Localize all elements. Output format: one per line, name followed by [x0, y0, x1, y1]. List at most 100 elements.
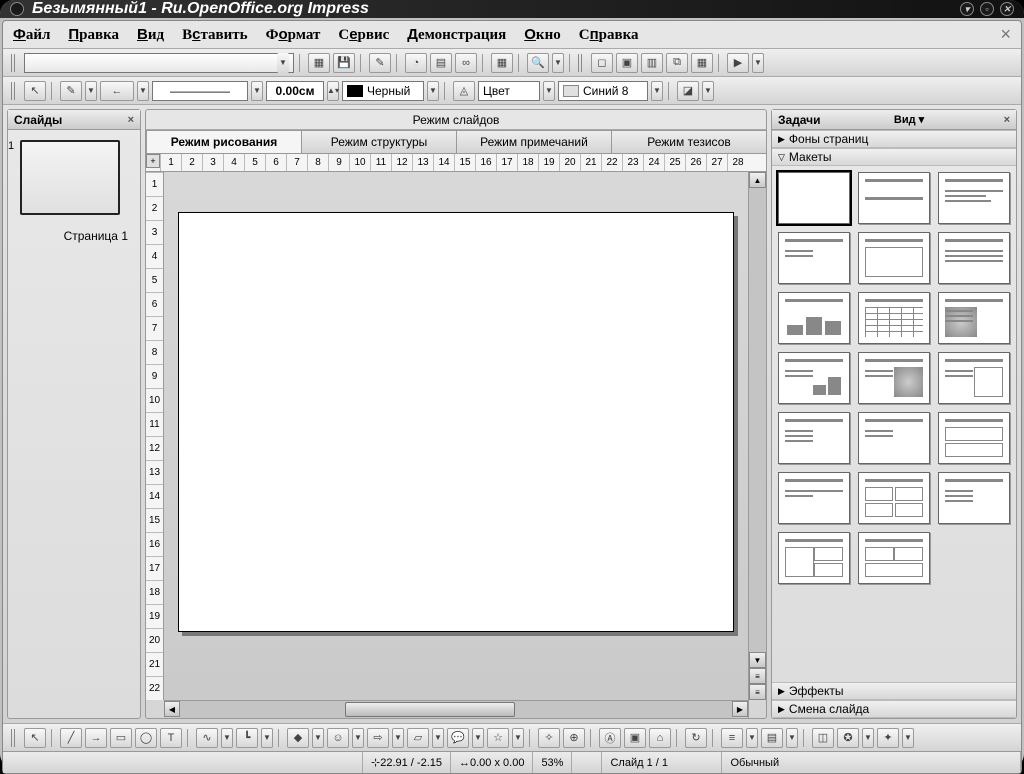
- scroll-left-icon[interactable]: ◀: [164, 701, 180, 717]
- scroll-down-icon[interactable]: ▼: [749, 652, 766, 668]
- section-layouts[interactable]: ▽Макеты: [772, 148, 1016, 166]
- close-doc-icon[interactable]: ×: [1000, 24, 1011, 45]
- expand-slide-icon[interactable]: ▦: [691, 53, 713, 73]
- toolbar-overflow-2[interactable]: ▼: [702, 81, 714, 101]
- fill-color-drop[interactable]: ▼: [651, 81, 663, 101]
- block-arrows-icon[interactable]: ⇨: [367, 728, 389, 748]
- layout-17[interactable]: [938, 472, 1010, 524]
- line-width-field[interactable]: 0.00см: [266, 81, 324, 101]
- menu-view[interactable]: Вид: [137, 26, 164, 44]
- insert-slide-icon[interactable]: ◻: [591, 53, 613, 73]
- draw-overflow[interactable]: ▼: [902, 728, 914, 748]
- toolbar-overflow[interactable]: ▼: [752, 53, 764, 73]
- zoom-icon[interactable]: 🔍: [527, 53, 549, 73]
- inter-drop[interactable]: ▼: [862, 728, 874, 748]
- line-arrow-drop[interactable]: ▼: [85, 81, 97, 101]
- symbol-shapes-icon[interactable]: ☺: [327, 728, 349, 748]
- grid-icon[interactable]: ▦: [491, 53, 513, 73]
- line-style-drop[interactable]: ▼: [251, 81, 263, 101]
- layout-blank[interactable]: [778, 172, 850, 224]
- align-drop[interactable]: ▼: [746, 728, 758, 748]
- menu-edit[interactable]: Правка: [68, 26, 119, 44]
- arrows-drop[interactable]: ▼: [392, 728, 404, 748]
- tasks-panel-close-icon[interactable]: ×: [1004, 114, 1010, 126]
- connector-drop[interactable]: ▼: [261, 728, 273, 748]
- rotate-icon[interactable]: ↻: [685, 728, 707, 748]
- menu-file[interactable]: Файл: [13, 26, 50, 44]
- align-icon[interactable]: ≡: [721, 728, 743, 748]
- slide-layout-icon[interactable]: ▥: [641, 53, 663, 73]
- line-end-drop[interactable]: ▼: [137, 81, 149, 101]
- save-button[interactable]: 💾: [333, 53, 355, 73]
- ruler-origin[interactable]: +: [146, 154, 160, 168]
- line-style-combo[interactable]: —————: [152, 81, 248, 101]
- layout-clipart[interactable]: [938, 292, 1010, 344]
- close-icon[interactable]: ✕: [1000, 2, 1014, 16]
- gallery-icon[interactable]: ⌂: [649, 728, 671, 748]
- table-icon[interactable]: ▤: [430, 53, 452, 73]
- tab-outline[interactable]: Режим структуры: [301, 130, 457, 153]
- line-tool-icon[interactable]: ╱: [60, 728, 82, 748]
- section-effects[interactable]: ▶Эффекты: [772, 682, 1016, 700]
- layout-13[interactable]: [858, 412, 930, 464]
- section-transition[interactable]: ▶Смена слайда: [772, 700, 1016, 718]
- fill-color-combo[interactable]: Синий 8: [558, 81, 648, 101]
- layout-two-content[interactable]: [778, 232, 850, 284]
- layout-title-content[interactable]: [938, 172, 1010, 224]
- points-icon[interactable]: ✧: [538, 728, 560, 748]
- zoom-drop[interactable]: ▼: [552, 53, 564, 73]
- status-zoom[interactable]: 53%: [533, 752, 572, 773]
- layout-5[interactable]: [938, 232, 1010, 284]
- menu-insert[interactable]: Вставить: [182, 26, 247, 44]
- shadow-icon[interactable]: ◪: [677, 81, 699, 101]
- callouts-icon[interactable]: 💬: [447, 728, 469, 748]
- interaction-icon[interactable]: ✪: [837, 728, 859, 748]
- menu-help[interactable]: Справка: [579, 26, 639, 44]
- slide-thumb-1[interactable]: 1 Страница 1: [20, 140, 128, 243]
- section-backgrounds[interactable]: ▶Фоны страниц: [772, 130, 1016, 148]
- flow-drop[interactable]: ▼: [432, 728, 444, 748]
- toolbar-grip-4[interactable]: [11, 729, 17, 747]
- layout-14[interactable]: [938, 412, 1010, 464]
- stars-drop[interactable]: ▼: [512, 728, 524, 748]
- arrange-drop[interactable]: ▼: [786, 728, 798, 748]
- select-tool-icon[interactable]: ↖: [24, 728, 46, 748]
- bucket-icon[interactable]: ◬: [453, 81, 475, 101]
- url-combo[interactable]: ▼: [24, 53, 294, 73]
- chart-pie-icon[interactable]: ◔: [405, 53, 427, 73]
- toolbar-grip-2[interactable]: [578, 54, 584, 72]
- menu-slideshow[interactable]: Демонстрация: [407, 26, 506, 44]
- slide-canvas[interactable]: [178, 212, 734, 632]
- tasks-view-button[interactable]: Вид ▾: [894, 113, 924, 126]
- layout-18[interactable]: [778, 532, 850, 584]
- link-icon[interactable]: ∞: [455, 53, 477, 73]
- layout-10[interactable]: [858, 352, 930, 404]
- layout-11[interactable]: [938, 352, 1010, 404]
- toolbar-grip-3[interactable]: [11, 82, 17, 100]
- curve-drop[interactable]: ▼: [221, 728, 233, 748]
- layout-chart[interactable]: [778, 292, 850, 344]
- minimize-icon[interactable]: ▾: [960, 2, 974, 16]
- scroll-up-icon[interactable]: ▲: [749, 172, 766, 188]
- connector-tool-icon[interactable]: ┗: [236, 728, 258, 748]
- arrange-icon[interactable]: ▤: [761, 728, 783, 748]
- line-color-combo[interactable]: Черный: [342, 81, 424, 101]
- line-color-drop[interactable]: ▼: [427, 81, 439, 101]
- scroll-thumb[interactable]: [345, 702, 515, 717]
- slide-design-icon[interactable]: ▣: [616, 53, 638, 73]
- tab-notes[interactable]: Режим примечаний: [456, 130, 612, 153]
- scroll-right-icon[interactable]: ▶: [732, 701, 748, 717]
- window-menu-icon[interactable]: [10, 2, 24, 16]
- scrollbar-vertical[interactable]: ▲ ▼ ≡ ≡: [748, 172, 766, 700]
- curve-tool-icon[interactable]: ∿: [196, 728, 218, 748]
- shapes-drop[interactable]: ▼: [312, 728, 324, 748]
- basic-shapes-icon[interactable]: ◆: [287, 728, 309, 748]
- scrollbar-horizontal[interactable]: ◀ ▶: [146, 700, 766, 718]
- callout-drop[interactable]: ▼: [472, 728, 484, 748]
- from-file-icon[interactable]: ▣: [624, 728, 646, 748]
- line-end-icon[interactable]: ←: [100, 81, 134, 101]
- rect-tool-icon[interactable]: ▭: [110, 728, 132, 748]
- flowchart-icon[interactable]: ▱: [407, 728, 429, 748]
- canvas-area[interactable]: [164, 172, 748, 700]
- tab-drawing[interactable]: Режим рисования: [146, 130, 302, 153]
